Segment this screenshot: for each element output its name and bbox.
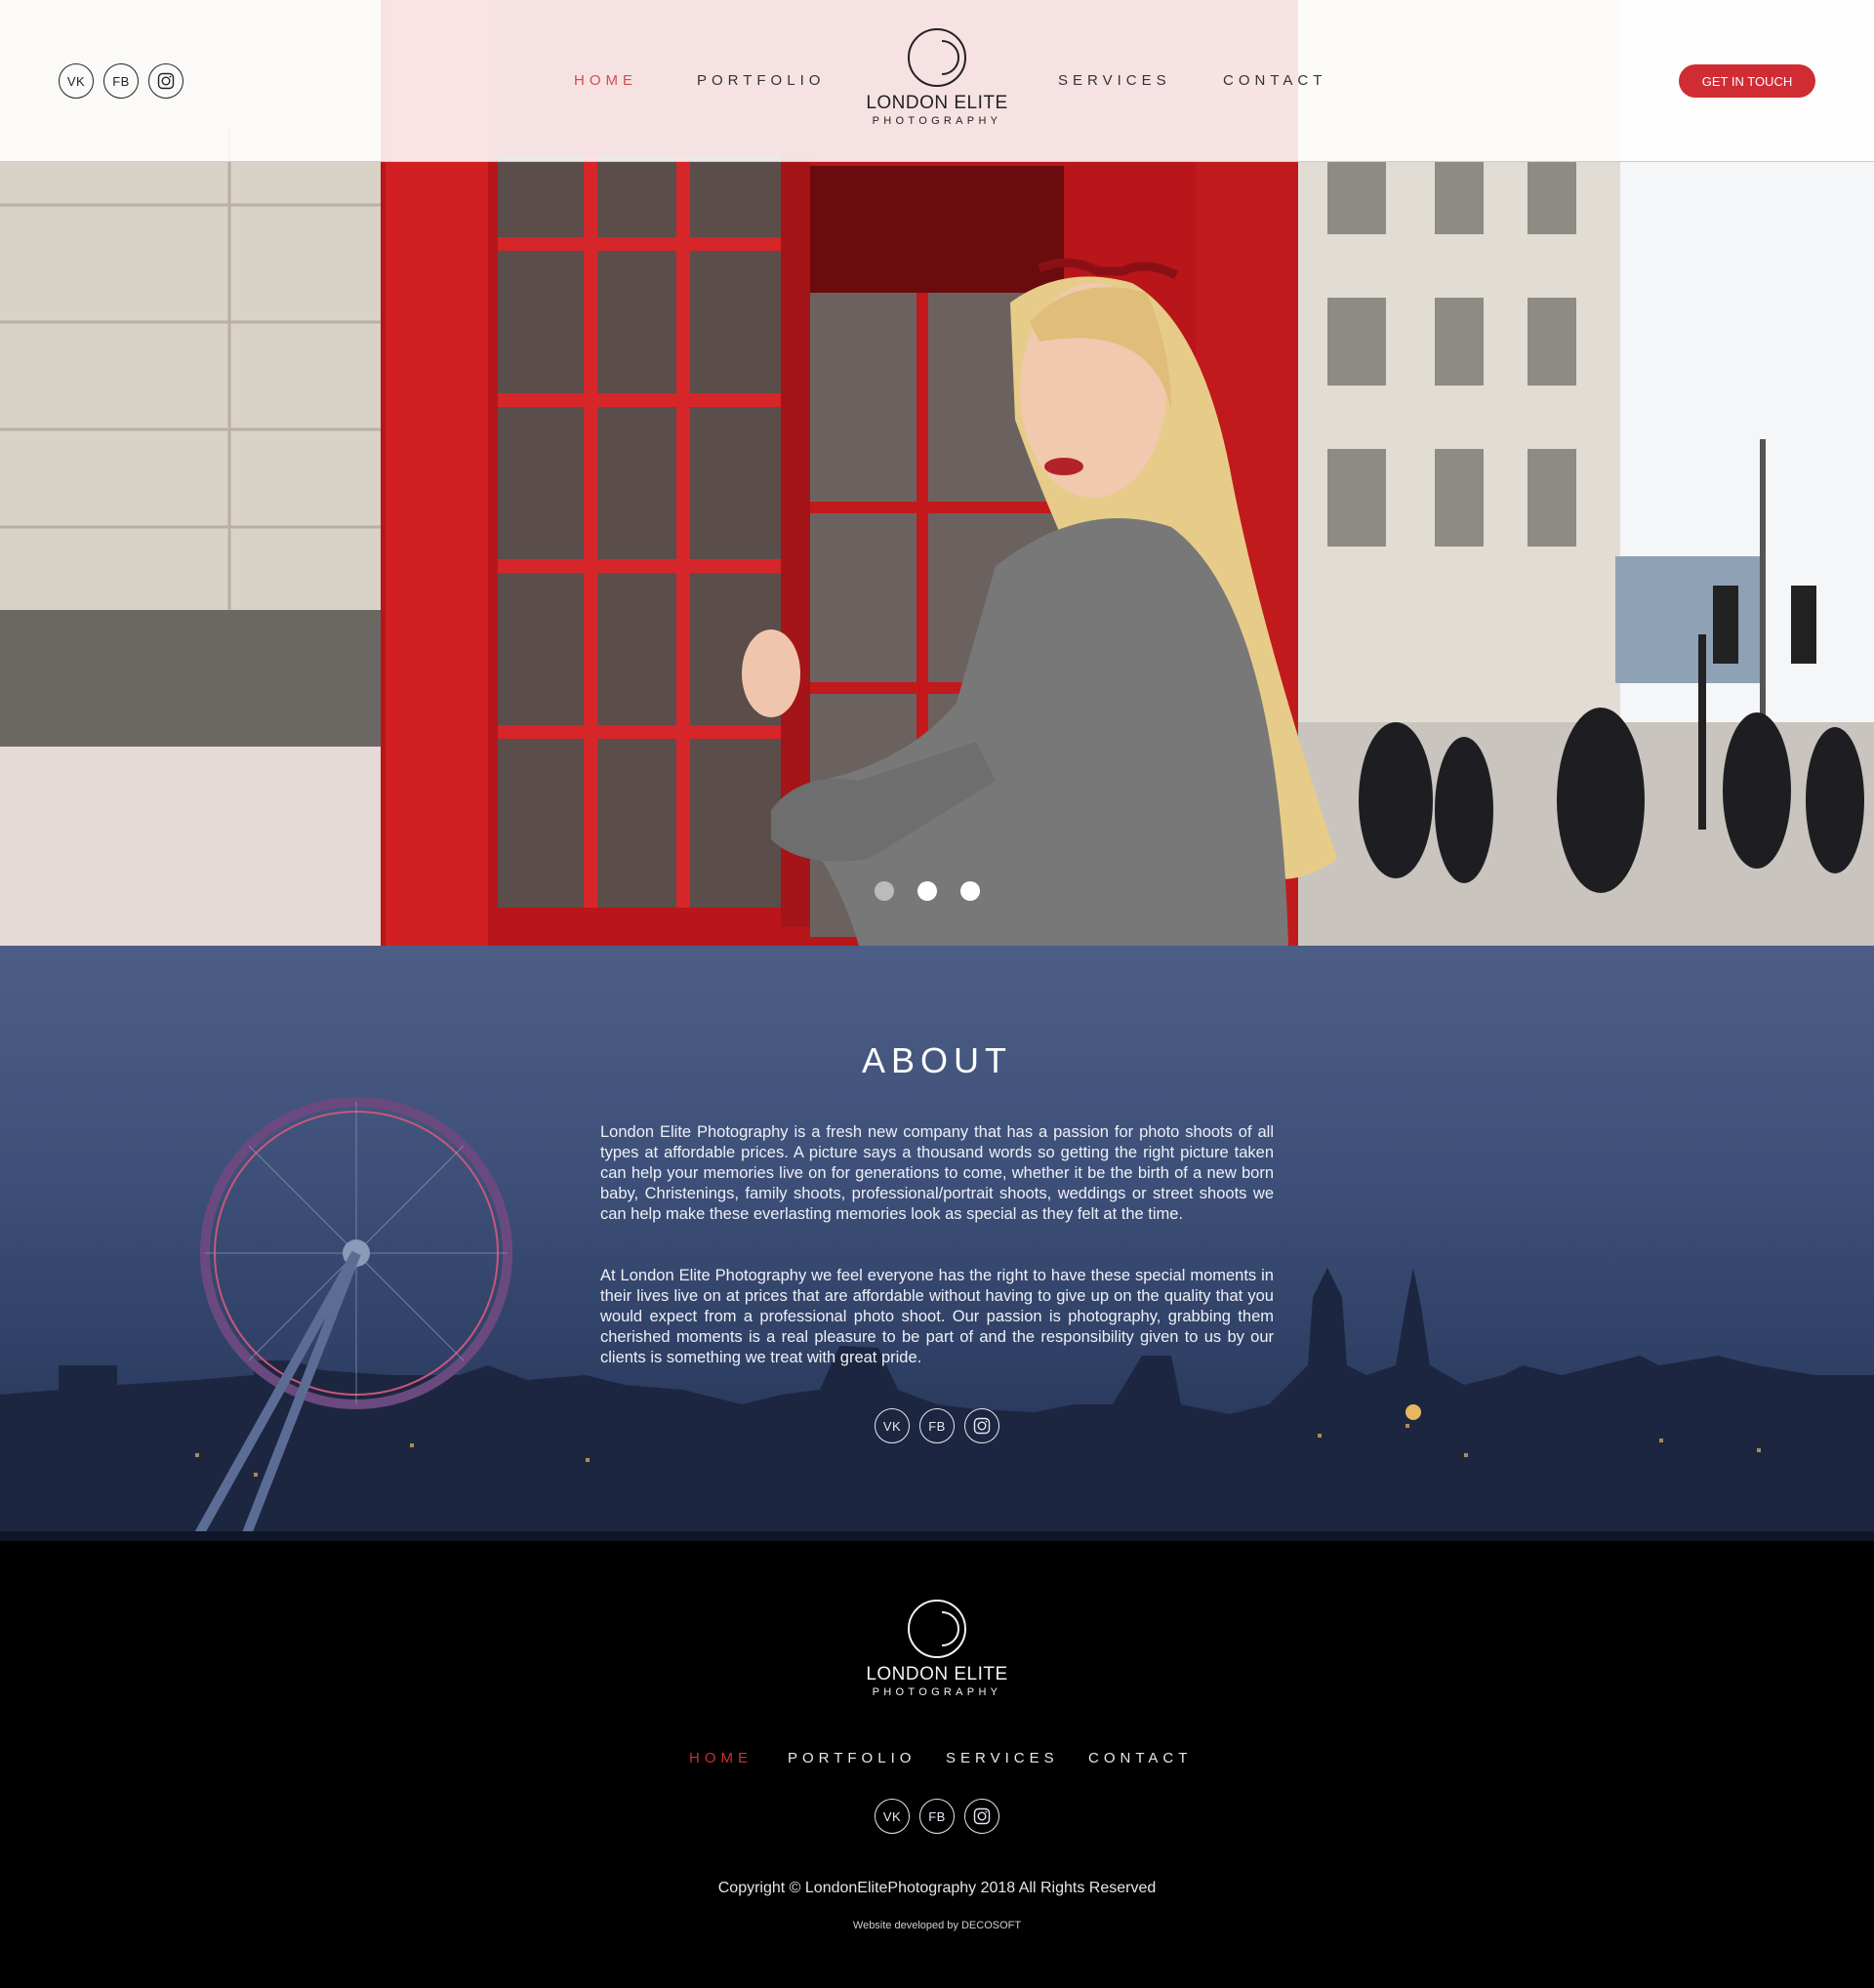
site-header: VK FB HOME PORTFOLIO LONDON ELITE PHOTOG… [0,0,1874,162]
nav-home[interactable]: HOME [574,72,637,89]
about-section: ABOUT London Elite Photography is a fres… [0,946,1874,1541]
facebook-icon[interactable]: FB [919,1799,955,1834]
brand-name: LONDON ELITE [866,1664,1008,1684]
hero-slider: VK FB HOME PORTFOLIO LONDON ELITE PHOTOG… [0,0,1874,946]
facebook-icon[interactable]: FB [103,63,139,99]
footer-nav-home[interactable]: HOME [689,1750,753,1766]
instagram-icon[interactable] [964,1408,999,1443]
developer-credit[interactable]: Website developed by DECOSOFT [0,1920,1874,1931]
brand-tagline: PHOTOGRAPHY [872,115,1002,127]
footer-nav-services[interactable]: SERVICES [946,1750,1059,1766]
about-social-links: VK FB [875,1408,999,1443]
header-social-links: VK FB [59,63,183,99]
copyright-text: Copyright © LondonElitePhotography 2018 … [717,1880,1157,1896]
instagram-icon[interactable] [964,1799,999,1834]
nav-services[interactable]: SERVICES [1058,72,1171,89]
slider-pagination [875,881,980,901]
footer-social-links: VK FB [875,1799,999,1834]
nav-portfolio[interactable]: PORTFOLIO [697,72,825,89]
about-paragraph-1: London Elite Photography is a fresh new … [600,1123,1274,1223]
vk-icon[interactable]: VK [875,1408,910,1443]
footer-nav-contact[interactable]: CONTACT [1088,1750,1192,1766]
slider-dot-1[interactable] [875,881,894,901]
vk-icon[interactable]: VK [59,63,94,99]
get-in-touch-button[interactable]: GET IN TOUCH [1679,64,1815,98]
brand-tagline: PHOTOGRAPHY [872,1686,1002,1698]
brand-name: LONDON ELITE [866,93,1008,113]
logo-lens-icon [907,1599,967,1659]
footer-nav-portfolio[interactable]: PORTFOLIO [788,1750,916,1766]
instagram-icon[interactable] [148,63,183,99]
nav-contact[interactable]: CONTACT [1223,72,1326,89]
about-title: ABOUT [861,1040,1012,1080]
about-paragraph-2: At London Elite Photography we feel ever… [600,1267,1274,1366]
slider-dot-2[interactable] [917,881,937,901]
footer-logo[interactable]: LONDON ELITE PHOTOGRAPHY [859,1599,1015,1698]
vk-icon[interactable]: VK [875,1799,910,1834]
header-logo[interactable]: LONDON ELITE PHOTOGRAPHY [859,27,1015,127]
slider-dot-3[interactable] [960,881,980,901]
site-footer: LONDON ELITE PHOTOGRAPHY HOME PORTFOLIO … [0,1541,1874,1988]
facebook-icon[interactable]: FB [919,1408,955,1443]
london-skyline-photo [0,1097,1874,1541]
logo-lens-icon [907,27,967,88]
